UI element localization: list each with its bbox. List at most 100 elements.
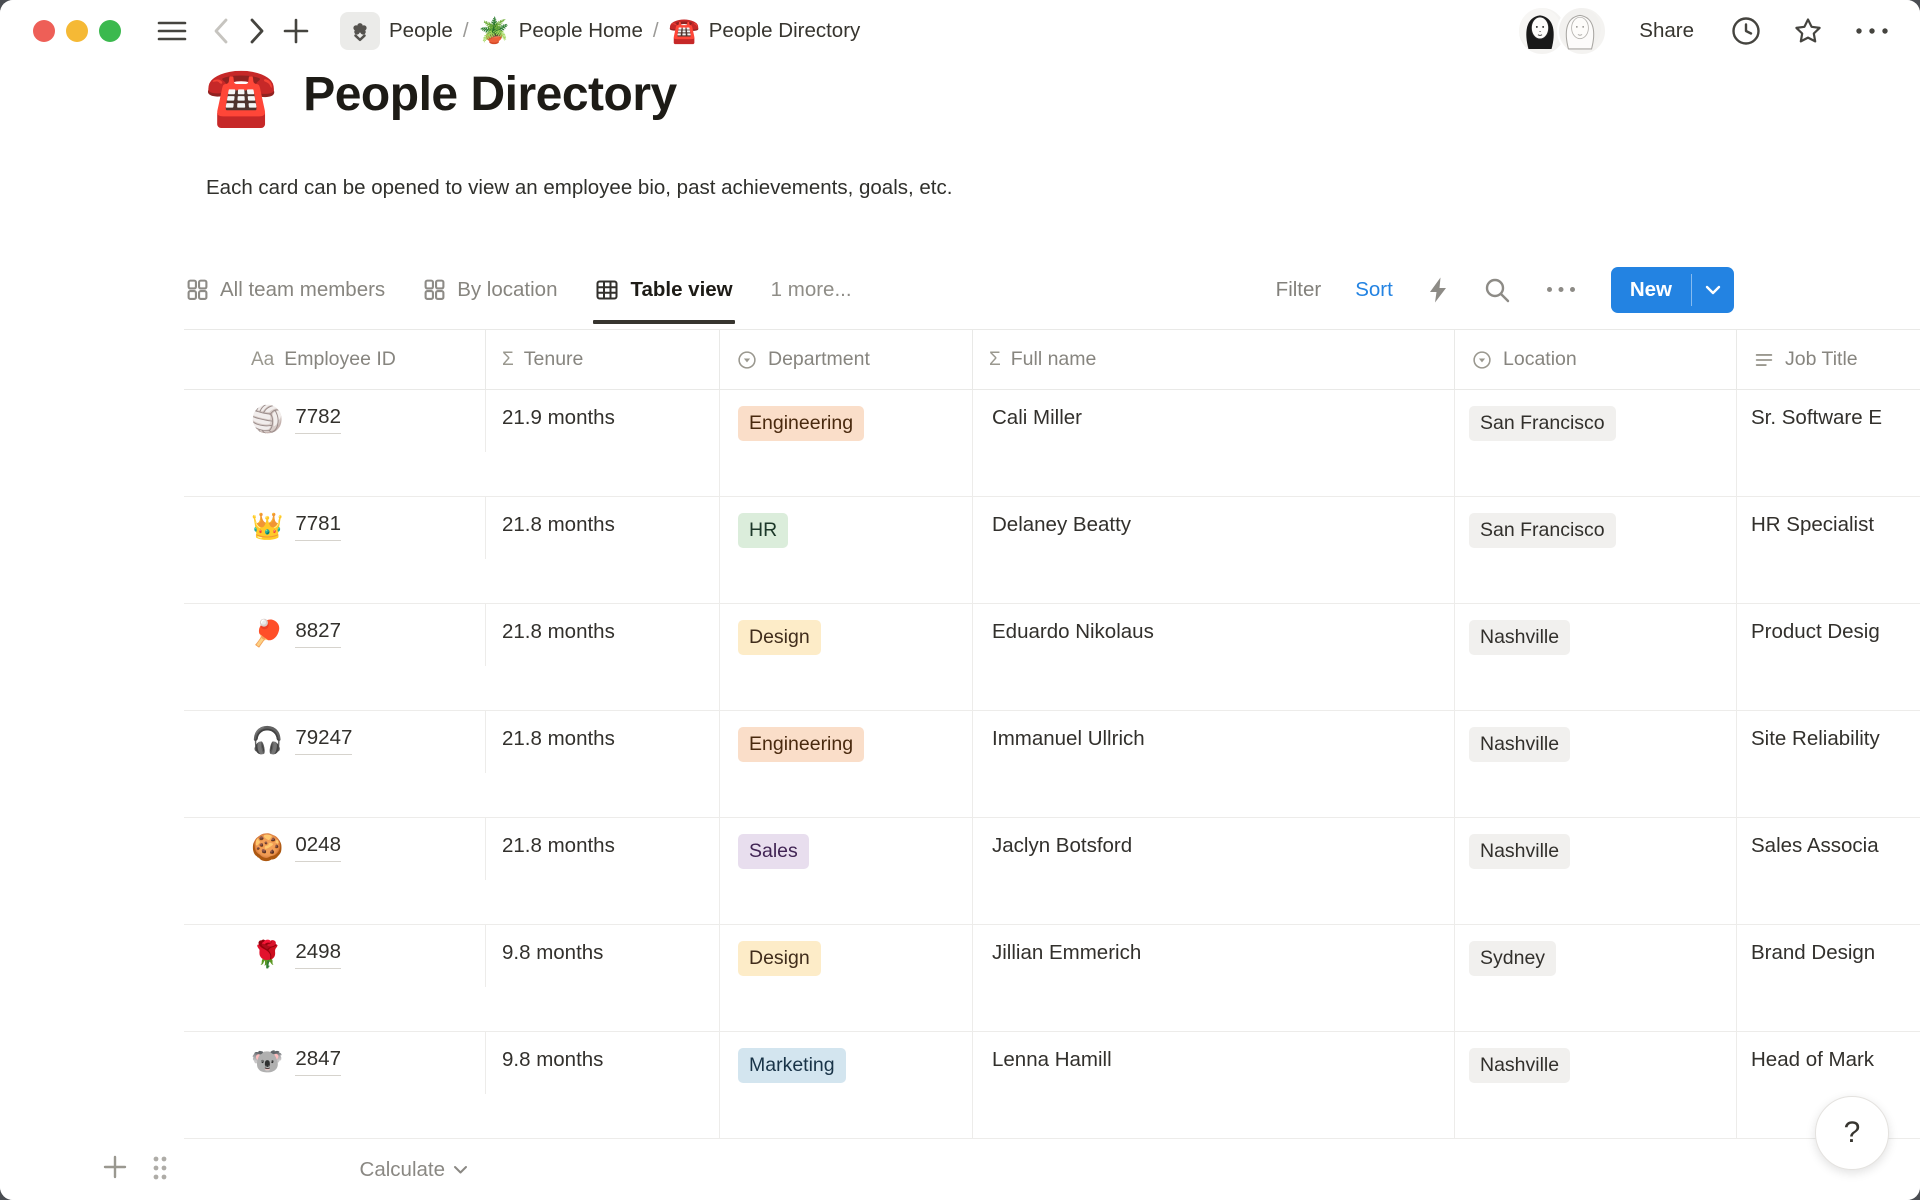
tenure-cell[interactable]: 9.8 months — [486, 925, 720, 1031]
employee-id-link[interactable]: 0248 — [295, 832, 341, 862]
employee-id-cell[interactable]: 🌹 2498 — [184, 925, 486, 987]
column-header-tenure[interactable]: Σ Tenure — [486, 330, 720, 389]
history-back-button[interactable] — [213, 17, 229, 45]
help-button[interactable]: ? — [1815, 1096, 1889, 1170]
table-row[interactable]: 👑 7781 21.8 months HR Delaney Beatty San… — [184, 497, 1920, 604]
department-tag[interactable]: HR — [738, 513, 788, 548]
job-title-cell[interactable]: Sr. Software E — [1737, 390, 1920, 496]
zoom-window-button[interactable] — [99, 20, 121, 42]
location-cell[interactable]: Sydney — [1455, 925, 1737, 1031]
updates-button[interactable] — [1730, 15, 1762, 47]
employee-id-link[interactable]: 2847 — [295, 1046, 341, 1076]
column-header-full-name[interactable]: Σ Full name — [973, 330, 1455, 389]
full-name-cell[interactable]: Eduardo Nikolaus — [973, 604, 1455, 710]
location-tag[interactable]: Nashville — [1469, 727, 1570, 762]
search-view-button[interactable] — [1483, 276, 1511, 304]
location-cell[interactable]: San Francisco — [1455, 497, 1737, 603]
employee-id-link[interactable]: 79247 — [295, 725, 352, 755]
department-tag[interactable]: Sales — [738, 834, 809, 869]
location-cell[interactable]: San Francisco — [1455, 390, 1737, 496]
tenure-cell[interactable]: 21.8 months — [486, 818, 720, 924]
employee-id-link[interactable]: 2498 — [295, 939, 341, 969]
full-name-cell[interactable]: Lenna Hamill — [973, 1032, 1455, 1138]
tab-table-view[interactable]: Table view — [593, 250, 734, 329]
employee-id-link[interactable]: 8827 — [295, 618, 341, 648]
department-cell[interactable]: Design — [720, 604, 973, 710]
full-name-cell[interactable]: Jillian Emmerich — [973, 925, 1455, 1031]
employee-id-cell[interactable]: 🏓 8827 — [184, 604, 486, 666]
employee-id-link[interactable]: 7781 — [295, 511, 341, 541]
department-cell[interactable]: Marketing — [720, 1032, 973, 1138]
tab-more-views[interactable]: 1 more... — [769, 250, 854, 329]
table-row[interactable]: 🏐 7782 21.9 months Engineering Cali Mill… — [184, 390, 1920, 497]
tenure-cell[interactable]: 21.8 months — [486, 711, 720, 817]
breadcrumb-item-people-directory[interactable]: ☎️ People Directory — [669, 19, 861, 44]
tab-by-location[interactable]: By location — [421, 250, 559, 329]
table-row[interactable]: 🍪 0248 21.8 months Sales Jaclyn Botsford… — [184, 818, 1920, 925]
table-row[interactable]: 🐨 2847 9.8 months Marketing Lenna Hamill… — [184, 1032, 1920, 1139]
location-cell[interactable]: Nashville — [1455, 818, 1737, 924]
column-header-employee-id[interactable]: Aa Employee ID — [184, 330, 486, 389]
tenure-cell[interactable]: 21.8 months — [486, 604, 720, 710]
full-name-cell[interactable]: Cali Miller — [973, 390, 1455, 496]
full-name-cell[interactable]: Jaclyn Botsford — [973, 818, 1455, 924]
new-dropdown-button[interactable] — [1692, 267, 1734, 313]
page-options-button[interactable] — [1854, 26, 1890, 36]
job-title-cell[interactable]: Sales Associa — [1737, 818, 1920, 924]
employee-id-cell[interactable]: 🍪 0248 — [184, 818, 486, 880]
tab-all-team-members[interactable]: All team members — [184, 250, 387, 329]
full-name-cell[interactable]: Delaney Beatty — [973, 497, 1455, 603]
department-tag[interactable]: Design — [738, 941, 821, 976]
department-cell[interactable]: Sales — [720, 818, 973, 924]
department-tag[interactable]: Marketing — [738, 1048, 846, 1083]
minimize-window-button[interactable] — [66, 20, 88, 42]
column-header-department[interactable]: Department — [720, 330, 973, 389]
table-row[interactable]: 🎧 79247 21.8 months Engineering Immanuel… — [184, 711, 1920, 818]
department-cell[interactable]: Design — [720, 925, 973, 1031]
new-page-button[interactable] — [283, 18, 309, 44]
tenure-cell[interactable]: 21.9 months — [486, 390, 720, 496]
breadcrumb-item-people-home[interactable]: 🪴 People Home — [479, 19, 643, 44]
sort-button[interactable]: Sort — [1355, 278, 1393, 302]
location-cell[interactable]: Nashville — [1455, 1032, 1737, 1138]
filter-button[interactable]: Filter — [1276, 278, 1322, 302]
history-forward-button[interactable] — [249, 17, 265, 45]
page-telephone-icon[interactable]: ☎️ — [205, 68, 277, 126]
employee-id-cell[interactable]: 👑 7781 — [184, 497, 486, 559]
table-row[interactable]: 🏓 8827 21.8 months Design Eduardo Nikola… — [184, 604, 1920, 711]
location-cell[interactable]: Nashville — [1455, 604, 1737, 710]
department-tag[interactable]: Engineering — [738, 727, 864, 762]
table-row[interactable]: 🌹 2498 9.8 months Design Jillian Emmeric… — [184, 925, 1920, 1032]
drag-handle[interactable] — [150, 1154, 170, 1187]
location-tag[interactable]: Nashville — [1469, 620, 1570, 655]
automations-button[interactable] — [1427, 276, 1449, 304]
tenure-cell[interactable]: 21.8 months — [486, 497, 720, 603]
job-title-cell[interactable]: Product Desig — [1737, 604, 1920, 710]
location-tag[interactable]: Sydney — [1469, 941, 1556, 976]
new-button[interactable]: New — [1611, 267, 1691, 313]
full-name-cell[interactable]: Immanuel Ullrich — [973, 711, 1455, 817]
department-cell[interactable]: Engineering — [720, 390, 973, 496]
column-header-location[interactable]: Location — [1455, 330, 1737, 389]
breadcrumb-item-people[interactable]: People — [322, 12, 453, 50]
tenure-cell[interactable]: 9.8 months — [486, 1032, 720, 1138]
job-title-cell[interactable]: HR Specialist — [1737, 497, 1920, 603]
collaborator-avatars[interactable] — [1517, 6, 1607, 56]
location-cell[interactable]: Nashville — [1455, 711, 1737, 817]
sidebar-menu-button[interactable] — [157, 19, 187, 43]
department-cell[interactable]: Engineering — [720, 711, 973, 817]
employee-id-cell[interactable]: 🎧 79247 — [184, 711, 486, 773]
location-tag[interactable]: San Francisco — [1469, 513, 1616, 548]
location-tag[interactable]: San Francisco — [1469, 406, 1616, 441]
employee-id-cell[interactable]: 🐨 2847 — [184, 1032, 486, 1094]
share-button[interactable]: Share — [1633, 18, 1700, 44]
employee-id-cell[interactable]: 🏐 7782 — [184, 390, 486, 452]
add-row-button[interactable] — [102, 1154, 128, 1180]
location-tag[interactable]: Nashville — [1469, 834, 1570, 869]
location-tag[interactable]: Nashville — [1469, 1048, 1570, 1083]
job-title-cell[interactable]: Site Reliability — [1737, 711, 1920, 817]
department-tag[interactable]: Design — [738, 620, 821, 655]
view-options-button[interactable] — [1545, 285, 1577, 294]
column-header-job-title[interactable]: Job Title — [1737, 330, 1920, 389]
calculate-button[interactable]: Calculate — [184, 1139, 486, 1200]
